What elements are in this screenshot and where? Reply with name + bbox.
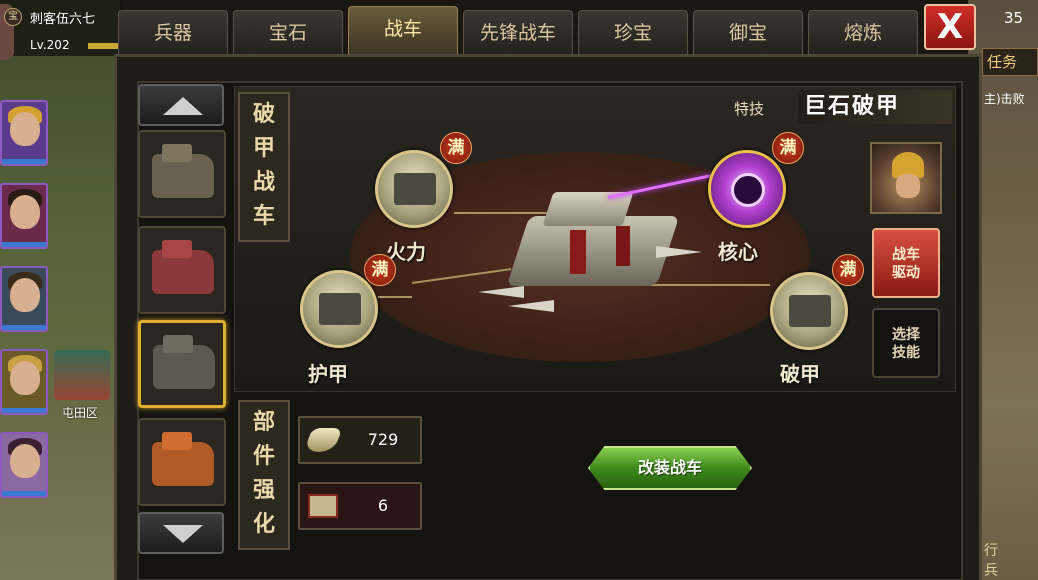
chariot-thumb-1[interactable] — [138, 130, 226, 218]
exp-bar — [88, 43, 122, 49]
task-tab[interactable]: 任务 — [982, 48, 1038, 76]
chariot-icon — [153, 345, 215, 389]
hero-list — [0, 100, 50, 515]
firepower-max-badge: 满 — [440, 132, 472, 164]
chariot-drive-button[interactable]: 战车 驱动 — [872, 228, 940, 298]
silver-amount: 729 — [367, 430, 399, 449]
chariot-name-char: 破 — [252, 102, 275, 127]
component-title-char: 化 — [252, 512, 275, 537]
choose-skill-line: 选择 — [892, 327, 920, 343]
firepower-icon — [394, 173, 436, 205]
tab-vanguard-chariot[interactable]: 先锋战车 — [463, 10, 573, 54]
scroll-icon — [308, 494, 338, 518]
tab-treasures[interactable]: 珍宝 — [578, 10, 688, 54]
hero-portrait-4[interactable] — [0, 349, 48, 415]
armor-node[interactable] — [300, 270, 378, 348]
armor-max-badge: 满 — [364, 254, 396, 286]
player-info[interactable]: 宝 刺客伍六七 Lv.202 — [0, 0, 122, 60]
fortress-label: 屯田区 — [62, 406, 99, 420]
core-label: 核心 — [718, 240, 758, 264]
hero-face — [10, 195, 40, 229]
close-button[interactable]: X — [924, 4, 976, 50]
component-title-char: 件 — [252, 444, 275, 469]
task-text[interactable]: 主)击败 — [984, 90, 1025, 107]
hero-face — [10, 112, 40, 146]
chariot-name-char: 车 — [252, 204, 275, 229]
scroll-down-button[interactable] — [138, 512, 224, 554]
driver-portrait[interactable] — [870, 142, 942, 214]
chariot-icon — [152, 442, 214, 486]
pierce-node[interactable] — [770, 272, 848, 350]
core-icon — [731, 173, 765, 207]
drive-button-line: 驱动 — [892, 265, 920, 281]
chariot-panel — [616, 226, 630, 266]
armor-icon — [319, 293, 361, 325]
chariot-name-char: 甲 — [252, 136, 275, 161]
hero-portrait-2[interactable] — [0, 183, 48, 249]
chariot-body — [506, 216, 680, 286]
chariot-icon — [152, 154, 214, 198]
chariot-icon — [152, 250, 214, 294]
chariot-name-char: 战 — [252, 170, 275, 195]
silver-ingot-icon — [303, 428, 343, 452]
hero-portrait-5[interactable] — [0, 432, 48, 498]
scroll-amount: 6 — [377, 496, 389, 515]
component-upgrade-title: 部 件 强 化 — [238, 400, 290, 550]
chariot-model — [478, 186, 708, 316]
hero-portrait-3[interactable] — [0, 266, 48, 332]
right-top-value: 35 — [1004, 9, 1024, 27]
drive-button-line: 战车 — [892, 247, 920, 263]
fortress-icon[interactable] — [54, 350, 110, 400]
pierce-icon — [789, 295, 831, 327]
chariot-turret — [542, 192, 634, 226]
chariot-spike — [656, 246, 702, 258]
choose-skill-line: 技能 — [892, 345, 920, 361]
tab-weapons[interactable]: 兵器 — [118, 10, 228, 54]
tab-gems[interactable]: 宝石 — [233, 10, 343, 54]
core-node[interactable] — [708, 150, 786, 228]
tab-chariot[interactable]: 战车 — [348, 6, 458, 54]
hero-face — [10, 361, 40, 395]
chariot-thumb-2[interactable] — [138, 226, 226, 314]
player-badge: 宝 — [4, 8, 22, 26]
hero-face — [10, 444, 40, 478]
pierce-label: 破甲 — [780, 362, 820, 386]
chariot-spike — [508, 300, 554, 312]
pierce-max-badge: 满 — [832, 254, 864, 286]
chariot-thumb-3[interactable] — [138, 320, 226, 408]
scroll-up-button[interactable] — [138, 84, 224, 126]
chariot-spike — [478, 286, 524, 298]
link-line-armor — [378, 296, 412, 298]
choose-skill-button[interactable]: 选择 技能 — [872, 308, 940, 378]
hero-portrait-1[interactable] — [0, 100, 48, 166]
scroll-resource: 6 — [298, 482, 422, 530]
modify-chariot-button[interactable]: 改装战车 — [588, 446, 752, 490]
chariot-panel — [570, 230, 586, 274]
chariot-thumb-4[interactable] — [138, 418, 226, 506]
core-max-badge: 满 — [772, 132, 804, 164]
component-title-char: 部 — [252, 410, 275, 435]
hero-face — [10, 278, 40, 312]
tab-smelting[interactable]: 熔炼 — [808, 10, 918, 54]
skill-label: 特技 — [734, 100, 765, 118]
tab-imperial-treasures[interactable]: 御宝 — [693, 10, 803, 54]
silver-resource: 729 — [298, 416, 422, 464]
right-bottom-text: 行 兵 — [984, 543, 1020, 579]
component-title-char: 强 — [252, 478, 275, 503]
skill-name: 巨石破甲 — [798, 90, 952, 124]
chariot-name-title: 破 甲 战 车 — [238, 92, 290, 242]
player-name: 刺客伍六七 — [30, 12, 96, 27]
firepower-node[interactable] — [375, 150, 453, 228]
armor-label: 护甲 — [308, 362, 348, 386]
player-level: Lv.202 — [30, 38, 70, 52]
